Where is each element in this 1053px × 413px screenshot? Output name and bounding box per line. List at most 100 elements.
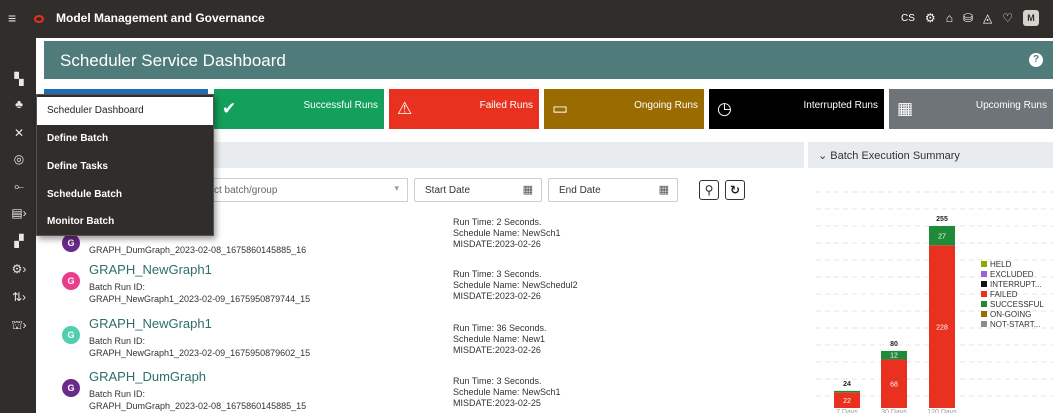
legend-item[interactable]: HELD xyxy=(981,260,1044,270)
hamburger-menu-icon[interactable]: ≡ xyxy=(8,10,16,26)
run-id-label: Batch Run ID: xyxy=(89,282,146,292)
dashboard-nav-icon[interactable]: ▚ xyxy=(4,68,34,90)
warning-icon: ⚠ xyxy=(397,99,413,118)
end-date-field[interactable]: End Date ▦ xyxy=(548,178,678,202)
segment-label: 12 xyxy=(890,352,898,359)
bar-total-label: 24 xyxy=(843,381,851,388)
calendar-icon[interactable]: ▦ xyxy=(659,183,669,196)
legend-swatch xyxy=(981,271,987,277)
run-schedule: Schedule Name: NewSch1 xyxy=(453,228,561,238)
legend-item[interactable]: INTERRUPT... xyxy=(981,280,1044,290)
tile-label: Upcoming Runs xyxy=(975,100,1047,111)
shortcode-label[interactable]: CS xyxy=(901,13,915,24)
clock-icon: ◷ xyxy=(717,99,732,118)
segment-label: 27 xyxy=(938,234,946,241)
chart-legend: HELD EXCLUDED INTERRUPT... FAILED SUCCESSFUL… xyxy=(981,260,1044,330)
run-avatar: G xyxy=(62,234,80,252)
run-name[interactable]: GRAPH_NewGraph1 xyxy=(89,262,212,277)
run-time: Run Time: 3 Seconds. xyxy=(453,376,542,386)
legend-item[interactable]: NOT-START... xyxy=(981,320,1044,330)
tile-label: Failed Runs xyxy=(479,100,533,111)
run-id-label: Batch Run ID: xyxy=(89,336,146,346)
legend-item[interactable]: EXCLUDED xyxy=(981,270,1044,280)
legend-label: HELD xyxy=(990,260,1012,269)
analytics-nav-icon[interactable]: ◎ xyxy=(4,148,34,170)
legend-label: NOT-START... xyxy=(990,320,1041,329)
search-button[interactable]: ⚲ xyxy=(699,180,719,200)
menu-item-monitor-batch[interactable]: Monitor Batch xyxy=(37,208,213,236)
check-icon: ✔ xyxy=(222,99,237,118)
legend-item[interactable]: FAILED xyxy=(981,290,1044,300)
run-misdate: MISDATE:2023-02-26 xyxy=(453,239,541,249)
calendar-icon[interactable]: ▦ xyxy=(523,183,533,196)
database-icon[interactable]: ⛁ xyxy=(963,11,973,25)
refresh-button[interactable]: ↻ xyxy=(725,180,745,200)
batch-select[interactable]: ct batch/group ▾ xyxy=(214,178,408,202)
bar-total-label: 255 xyxy=(936,216,948,223)
segment-label: 68 xyxy=(890,382,898,389)
run-schedule: Schedule Name: NewSchedul2 xyxy=(453,280,578,290)
run-id: GRAPH_DumGraph_2023-02-08_1675860145885_… xyxy=(89,245,307,255)
run-name[interactable]: GRAPH_NewGraph1 xyxy=(89,316,212,331)
scheduler-nav-icon[interactable]: ▤› xyxy=(4,202,34,224)
hierarchy-nav-icon[interactable]: ♣ xyxy=(4,93,34,115)
summary-title: ⌄ Batch Execution Summary xyxy=(818,150,960,162)
run-misdate: MISDATE:2023-02-25 xyxy=(453,398,541,408)
run-id: GRAPH_DumGraph_2023-02-08_1675860145885_… xyxy=(89,401,307,411)
bank-nav-icon[interactable]: ⛫› xyxy=(4,314,34,336)
model-icon[interactable]: ◬ xyxy=(983,11,992,25)
run-id-block: Batch Run ID: GRAPH_NewGraph1_2023-02-09… xyxy=(89,335,310,359)
menu-item-define-tasks[interactable]: Define Tasks xyxy=(37,153,213,181)
x-tick-label: 120 Days xyxy=(927,409,957,413)
run-avatar: G xyxy=(62,272,80,290)
start-date-field[interactable]: Start Date ▦ xyxy=(414,178,542,202)
runs-section-bar xyxy=(212,142,804,168)
successful-runs-tile[interactable]: ✔ Successful Runs xyxy=(214,89,384,129)
run-time: Run Time: 2 Seconds. xyxy=(453,217,542,227)
transform-nav-icon[interactable]: ⇅› xyxy=(4,286,34,308)
summary-section-bar[interactable]: ⌄ Batch Execution Summary xyxy=(808,142,1053,168)
legend-label: FAILED xyxy=(990,290,1018,299)
search-icon: ⚲ xyxy=(704,183,714,197)
legend-item[interactable]: SUCCESSFUL xyxy=(981,300,1044,310)
failed-runs-tile[interactable]: ⚠ Failed Runs xyxy=(389,89,539,129)
run-id: GRAPH_NewGraph1_2023-02-09_1675950879602… xyxy=(89,348,311,358)
grid-nav-icon[interactable]: ▞ xyxy=(4,230,34,252)
legend-swatch xyxy=(981,311,987,317)
bar-total-label: 80 xyxy=(890,341,898,348)
settings-nav-icon[interactable]: ⚙› xyxy=(4,258,34,280)
menu-item-scheduler-dashboard[interactable]: Scheduler Dashboard xyxy=(37,97,213,125)
avatar[interactable]: M xyxy=(1023,10,1039,26)
user-settings-icon[interactable]: ⚙ xyxy=(925,11,936,25)
oracle-logo xyxy=(34,15,44,23)
page-header: Scheduler Service Dashboard ? xyxy=(44,41,1053,79)
screen-icon: ▭ xyxy=(552,99,569,118)
run-details: Run Time: 3 Seconds. Schedule Name: NewS… xyxy=(453,376,561,409)
calendar-icon: ▦ xyxy=(897,99,914,118)
legend-swatch xyxy=(981,301,987,307)
start-date-label: Start Date xyxy=(425,185,471,196)
upcoming-runs-tile[interactable]: ▦ Upcoming Runs xyxy=(889,89,1053,129)
run-details: Run Time: 36 Seconds. Schedule Name: New… xyxy=(453,323,547,356)
legend-swatch xyxy=(981,291,987,297)
chevron-down-icon: ▾ xyxy=(394,183,399,193)
top-bar: ≡ Model Management and Governance CS ⚙ ⌂… xyxy=(0,0,1053,38)
favorites-icon[interactable]: ♡ xyxy=(1002,11,1013,25)
legend-label: EXCLUDED xyxy=(990,270,1034,279)
run-name[interactable]: GRAPH_DumGraph xyxy=(89,369,206,384)
left-navigation: ▚ ♣ ✕ ◎ ⟜ ▤› ▞ ⚙› ⇅› ⛫› xyxy=(0,38,36,413)
help-icon[interactable]: ? xyxy=(1029,53,1043,67)
run-time: Run Time: 3 Seconds. xyxy=(453,269,542,279)
menu-item-define-batch[interactable]: Define Batch xyxy=(37,125,213,153)
menu-item-schedule-batch[interactable]: Schedule Batch xyxy=(37,181,213,209)
home-icon[interactable]: ⌂ xyxy=(946,11,953,25)
ongoing-runs-tile[interactable]: ▭ Ongoing Runs xyxy=(544,89,704,129)
run-id: GRAPH_NewGraph1_2023-02-09_1675950879744… xyxy=(89,294,311,304)
run-id-label: Batch Run ID: xyxy=(89,389,146,399)
legend-swatch xyxy=(981,261,987,267)
interrupted-runs-tile[interactable]: ◷ Interrupted Runs xyxy=(709,89,884,129)
flow-nav-icon[interactable]: ⟜ xyxy=(4,175,34,197)
legend-item[interactable]: ON-GOING xyxy=(981,310,1044,320)
run-schedule: Schedule Name: NewSch1 xyxy=(453,387,561,397)
tools-nav-icon[interactable]: ✕ xyxy=(4,122,34,144)
